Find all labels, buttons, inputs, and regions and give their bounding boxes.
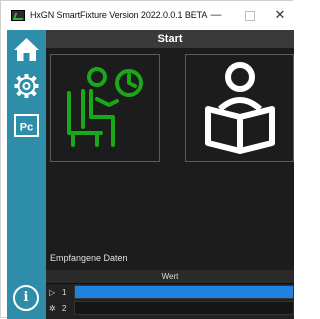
title-bar: HxGN SmartFixture Version 2022.0.0.1 BET… bbox=[1, 1, 294, 30]
sitting-person-clock-icon bbox=[67, 67, 143, 147]
reading-person-icon bbox=[205, 62, 275, 154]
pc-label: Pc bbox=[20, 122, 33, 134]
received-data-grid: Wert ▷ 1 ✲ 2 bbox=[46, 270, 294, 319]
tile-waiting[interactable] bbox=[50, 54, 160, 162]
minimize-button[interactable]: — bbox=[205, 5, 227, 25]
grid-cell[interactable] bbox=[74, 301, 294, 315]
home-icon bbox=[14, 38, 39, 61]
window-title: HxGN SmartFixture Version 2022.0.0.1 BET… bbox=[30, 10, 208, 20]
grid-column-header[interactable]: Wert bbox=[46, 270, 294, 284]
tile-reading[interactable] bbox=[185, 54, 294, 162]
sidebar-item-settings[interactable] bbox=[7, 69, 46, 103]
main-content: Start Empfangene Daten Wert ▷ 1 ✲ 2 bbox=[46, 30, 294, 319]
table-row[interactable]: ▷ 1 bbox=[46, 285, 294, 300]
app-logo-icon bbox=[11, 10, 25, 21]
grid-cell[interactable] bbox=[74, 285, 294, 299]
app-window: HxGN SmartFixture Version 2022.0.0.1 BET… bbox=[0, 0, 294, 319]
received-data-label: Empfangene Daten bbox=[50, 253, 128, 263]
table-row[interactable]: ✲ 2 bbox=[46, 301, 294, 316]
sidebar: Pc i bbox=[7, 30, 46, 319]
gear-icon bbox=[14, 74, 39, 98]
sidebar-item-pc[interactable]: Pc bbox=[7, 109, 46, 143]
row-indicator-icon: ▷ bbox=[49, 288, 56, 297]
close-button[interactable]: ✕ bbox=[269, 5, 291, 25]
info-button[interactable]: i bbox=[13, 285, 39, 311]
sidebar-item-home[interactable] bbox=[7, 32, 46, 66]
new-row-icon: ✲ bbox=[49, 304, 56, 313]
maximize-icon bbox=[245, 11, 255, 21]
row-number: 1 bbox=[62, 288, 67, 297]
row-number: 2 bbox=[62, 304, 67, 313]
maximize-button[interactable] bbox=[239, 5, 261, 25]
pc-icon: Pc bbox=[14, 114, 39, 137]
page-title: Start bbox=[46, 30, 294, 48]
